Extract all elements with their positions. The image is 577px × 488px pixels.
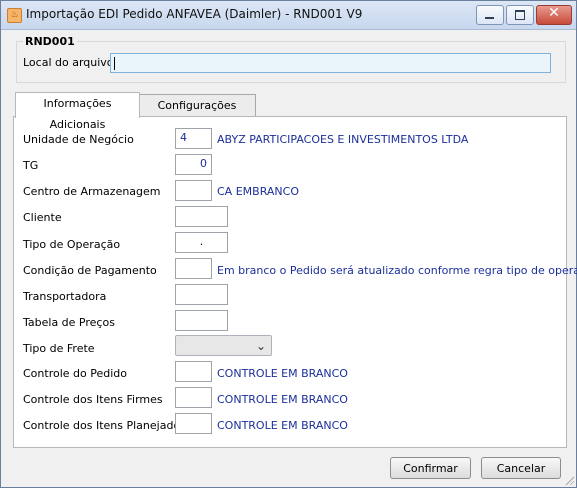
order-control-field[interactable] (175, 361, 212, 382)
text-caret (114, 57, 115, 70)
firm-items-control-label: Controle dos Itens Firmes (23, 393, 163, 406)
freight-type-select[interactable]: ⌄ (175, 335, 272, 356)
customer-field[interactable] (175, 206, 228, 227)
cancel-button[interactable]: Cancelar (481, 457, 561, 479)
tab-informacoes-adicionais[interactable]: Informações Adicionais (15, 92, 140, 131)
group-title: RND001 (23, 35, 77, 48)
planned-items-control-description: CONTROLE EM BRANCO (217, 419, 348, 432)
close-button[interactable]: ✕ (536, 5, 572, 25)
tab-label: Informações Adicionais (43, 97, 112, 131)
storage-center-field[interactable] (175, 180, 212, 201)
storage-center-label: Centro de Armazenagem (23, 185, 161, 198)
planned-items-control-label: Controle dos Itens Planejados (23, 419, 186, 432)
minimize-button[interactable] (476, 5, 504, 25)
planned-items-control-field[interactable] (175, 413, 212, 434)
import-edi-window: ♨ Importação EDI Pedido ANFAVEA (Daimler… (0, 0, 577, 488)
order-control-label: Controle do Pedido (23, 367, 127, 380)
tg-field[interactable]: 0 (175, 154, 212, 175)
order-control-description: CONTROLE EM BRANCO (217, 367, 348, 380)
chevron-down-icon: ⌄ (255, 339, 266, 353)
tg-label: TG (23, 159, 39, 172)
payment-condition-field[interactable] (175, 258, 212, 279)
carrier-field[interactable] (175, 284, 228, 305)
business-unit-field[interactable]: 4 (175, 128, 212, 149)
file-location-label: Local do arquivo (23, 56, 114, 69)
carrier-label: Transportadora (23, 290, 107, 303)
price-table-field[interactable] (175, 310, 228, 331)
freight-type-label: Tipo de Frete (23, 342, 95, 355)
title-bar[interactable]: ♨ Importação EDI Pedido ANFAVEA (Daimler… (1, 1, 576, 30)
tab-label: Configurações (157, 99, 237, 112)
resize-grip-icon[interactable] (564, 475, 574, 485)
close-icon: ✕ (548, 5, 560, 21)
maximize-button[interactable] (506, 5, 534, 25)
operation-type-field[interactable]: . (175, 232, 228, 253)
payment-condition-label: Condição de Pagamento (23, 264, 157, 277)
operation-type-label: Tipo de Operação (23, 238, 121, 251)
storage-center-description: CA EMBRANCO (217, 185, 299, 198)
business-unit-description: ABYZ PARTICIPACOES E INVESTIMENTOS LTDA (217, 133, 469, 146)
price-table-label: Tabela de Preços (23, 316, 115, 329)
window-title: Importação EDI Pedido ANFAVEA (Daimler) … (26, 7, 363, 21)
app-icon: ♨ (7, 8, 22, 23)
payment-condition-description: Em branco o Pedido será atualizado confo… (217, 264, 577, 277)
firm-items-control-description: CONTROLE EM BRANCO (217, 393, 348, 406)
tab-configuracoes[interactable]: Configurações (138, 94, 256, 117)
customer-label: Cliente (23, 211, 62, 224)
confirm-button[interactable]: Confirmar (390, 457, 471, 479)
file-location-input[interactable] (110, 53, 551, 73)
firm-items-control-field[interactable] (175, 387, 212, 408)
